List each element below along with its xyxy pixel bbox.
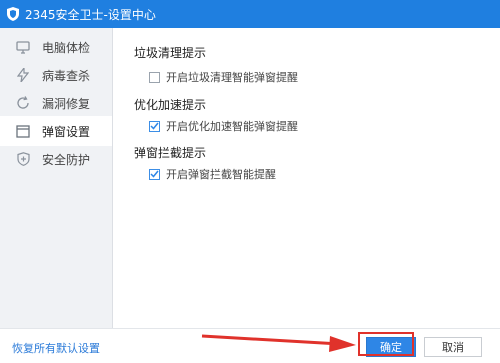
option-popup-block[interactable]: 开启弹窗拦截智能提醒 bbox=[149, 166, 276, 182]
lightning-icon bbox=[16, 68, 30, 82]
sidebar-item-label: 电脑体检 bbox=[42, 40, 91, 55]
option-label: 开启优化加速智能弹窗提醒 bbox=[166, 120, 298, 133]
sidebar-item-label: 病毒查杀 bbox=[42, 68, 91, 83]
option-optimize-popup[interactable]: 开启优化加速智能弹窗提醒 bbox=[149, 118, 298, 134]
sidebar-item-label: 漏洞修复 bbox=[42, 96, 91, 111]
shield-plus-icon bbox=[16, 152, 30, 166]
checkmark-icon bbox=[150, 170, 159, 178]
sidebar-item-checkup[interactable]: 电脑体检 bbox=[0, 32, 112, 62]
window-title: 2345安全卫士-设置中心 bbox=[25, 7, 156, 22]
section-title-popup-block: 弹窗拦截提示 bbox=[134, 146, 207, 160]
section-title-junk-clean: 垃圾清理提示 bbox=[134, 46, 207, 60]
ok-button-highlight bbox=[358, 332, 414, 356]
sidebar-item-popup-settings[interactable]: 弹窗设置 bbox=[0, 116, 112, 146]
sidebar-item-label: 安全防护 bbox=[42, 152, 91, 167]
section-title-optimize: 优化加速提示 bbox=[134, 98, 207, 112]
window-icon bbox=[16, 124, 30, 138]
sidebar-item-label: 弹窗设置 bbox=[42, 124, 91, 139]
sidebar: 电脑体检 病毒查杀 漏洞修复 弹窗设置 安全防护 bbox=[0, 28, 113, 328]
shield-logo-icon bbox=[6, 7, 19, 21]
cancel-button[interactable]: 取消 bbox=[424, 337, 482, 357]
monitor-icon bbox=[16, 40, 30, 54]
sidebar-item-vuln-repair[interactable]: 漏洞修复 bbox=[0, 88, 112, 118]
popup-settings-panel: 垃圾清理提示 开启垃圾清理智能弹窗提醒 优化加速提示 开启优化加速智能弹窗提醒 … bbox=[113, 28, 500, 328]
checkbox-junk-clean[interactable] bbox=[149, 71, 160, 83]
title-bar: 2345安全卫士-设置中心 bbox=[0, 0, 500, 28]
checkbox-optimize[interactable] bbox=[149, 120, 160, 132]
arrow-annotation-icon bbox=[201, 334, 356, 352]
checkbox-popup-block[interactable] bbox=[149, 168, 160, 180]
checkmark-icon bbox=[150, 122, 159, 130]
sidebar-item-virus-scan[interactable]: 病毒查杀 bbox=[0, 60, 112, 90]
refresh-icon bbox=[16, 96, 30, 110]
restore-defaults-link[interactable]: 恢复所有默认设置 bbox=[12, 340, 100, 356]
option-label: 开启弹窗拦截智能提醒 bbox=[166, 168, 276, 181]
option-junk-clean-popup[interactable]: 开启垃圾清理智能弹窗提醒 bbox=[149, 69, 298, 85]
sidebar-item-security-protection[interactable]: 安全防护 bbox=[0, 144, 112, 174]
option-label: 开启垃圾清理智能弹窗提醒 bbox=[166, 71, 298, 84]
